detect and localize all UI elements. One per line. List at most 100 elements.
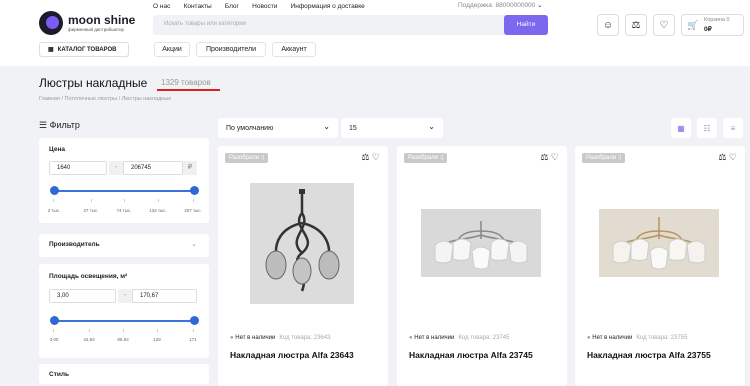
site-header: moon shine фирменный дистрибьютор О нас … [0,0,750,66]
product-card[interactable]: Разобрали :( ⚖ ♡ ● Нет в наличии Код това… [218,146,388,386]
sold-out-badge: Разобрали :( [404,153,448,163]
product-image[interactable] [421,209,541,277]
sort-select[interactable]: По умолчанию ⌄ [218,118,338,138]
area-tick: 129 [153,337,161,342]
brand-tagline: фирменный дистрибьютор [68,27,124,32]
area-slider-max-handle[interactable] [190,316,199,325]
brand-name[interactable]: moon shine [68,13,135,27]
nav-delivery[interactable]: Информация о доставке [291,3,365,10]
price-tick: 2 тыс. [47,208,61,213]
area-tick: 86,83 [117,337,129,342]
product-count: 1329 товаров [161,78,211,87]
cart-label: Корзина 0 [704,17,730,23]
filter-icon: ☰ [39,120,48,130]
area-label: Площадь освещения, м² [49,273,128,280]
product-code: Код товара: 23745 [458,335,510,341]
product-title[interactable]: Накладная люстра Alfa 23755 [587,350,711,360]
compare-icon[interactable]: ⚖ [361,152,369,162]
page-title: Люстры накладные [39,76,148,90]
compare-icon[interactable]: ⚖ [540,152,548,162]
stock-status: ● Нет в наличии Код товара: 23643 [230,335,331,341]
breadcrumb-home[interactable]: Главная [39,96,60,102]
product-card[interactable]: Разобрали :( ⚖ ♡ ● Нет в наличии Код това… [575,146,745,386]
subnav-account[interactable]: Аккаунт [272,42,316,57]
search-input[interactable]: Искать товары или категории [164,21,246,27]
subnav-manufacturers[interactable]: Производители [196,42,266,57]
price-filter: Цена 1640 - 206745 ₽ 2 тыс. 27 тыс. 74 т… [39,138,209,223]
sold-out-badge: Разобрали :( [582,153,626,163]
per-page-select[interactable]: 15 ⌄ [341,118,443,138]
nav-contacts[interactable]: Контакты [184,3,212,10]
price-slider-min-handle[interactable] [50,186,59,195]
breadcrumb-current: Люстры накладные [121,96,172,102]
chevron-down-icon: ⌄ [191,241,197,248]
grid-view-icon[interactable]: ▦ [671,118,691,138]
area-filter: Площадь освещения, м² 3,00 - 170,67 3,00… [39,264,209,358]
product-code: Код товара: 23755 [636,335,688,341]
compare-icon[interactable]: ⚖ [718,152,726,162]
area-tick: 3,00 [49,337,59,342]
chevron-down-icon: ⌄ [323,122,330,131]
nav-news[interactable]: Новости [252,3,277,10]
currency-label: ₽ [183,161,197,175]
card-actions: ⚖ ♡ [718,152,737,163]
area-tick: 44,93 [83,337,95,342]
subnav-promotions[interactable]: Акции [154,42,190,57]
cart-icon: 🛒 [687,19,699,30]
manufacturer-label: Производитель [49,241,100,248]
grid-icon: ▦ [48,47,54,53]
area-tick: 171 [189,337,197,342]
count-underline [157,89,220,91]
range-dash: - [109,161,123,175]
support-phone[interactable]: Поддержка: 88000000000 ⌄ [458,1,543,9]
account-icon[interactable]: ☺ [597,14,619,36]
price-slider-track[interactable] [53,190,194,192]
product-card[interactable]: Разобрали :( ⚖ ♡ ● Нет в наличии Код това… [397,146,567,386]
list-view-icon[interactable]: ☷ [697,118,717,138]
price-min-input[interactable]: 1640 [49,161,107,175]
product-image[interactable] [250,183,354,304]
price-slider-max-handle[interactable] [190,186,199,195]
product-title[interactable]: Накладная люстра Alfa 23643 [230,350,354,360]
top-nav: О нас Контакты Блог Новости Информация о… [153,1,376,10]
area-slider-min-handle[interactable] [50,316,59,325]
style-label: Стиль [49,371,69,378]
area-slider-track[interactable] [53,320,194,322]
style-filter[interactable]: Стиль [39,364,209,384]
favorites-heart-icon[interactable]: ♡ [653,14,675,36]
manufacturer-filter[interactable]: Производитель ⌄ [39,234,209,257]
breadcrumb-ceiling[interactable]: Потолочные люстры [65,96,118,102]
filter-heading[interactable]: ☰ Фильтр [39,120,80,131]
cart-button[interactable]: 🛒 Корзина 0 0₽ [681,14,744,36]
search-button[interactable]: Найти [504,15,548,35]
price-max-input[interactable]: 206745 [123,161,183,175]
heart-icon[interactable]: ♡ [372,152,380,162]
chevron-down-icon: ⌄ [428,122,435,131]
compare-icon[interactable]: ⚖ [625,14,647,36]
price-tick: 27 тыс. [83,208,99,213]
price-tick: 207 тыс. [184,208,202,213]
stock-status: ● Нет в наличии Код товара: 23755 [587,335,688,341]
heart-icon[interactable]: ♡ [551,152,559,162]
heart-icon[interactable]: ♡ [729,152,737,162]
range-dash: - [118,289,132,303]
logo-icon[interactable] [39,11,63,35]
price-label: Цена [49,146,65,153]
compact-view-icon[interactable]: ≡ [723,118,743,138]
product-code: Код товара: 23643 [279,335,331,341]
sold-out-badge: Разобрали :( [225,153,269,163]
card-actions: ⚖ ♡ [361,152,380,163]
nav-about[interactable]: О нас [153,3,170,10]
product-image[interactable] [599,209,719,277]
catalog-button[interactable]: ▦ КАТАЛОГ ТОВАРОВ [39,42,129,57]
breadcrumb: Главная / Потолочные люстры / Люстры нак… [39,96,172,102]
search-box: Искать товары или категории Найти [153,15,548,35]
price-tick: 134 тыс. [149,208,167,213]
nav-blog[interactable]: Блог [225,3,239,10]
area-max-input[interactable]: 170,67 [132,289,197,303]
cart-total: 0₽ [704,26,712,33]
stock-status: ● Нет в наличии Код товара: 23745 [409,335,510,341]
product-title[interactable]: Накладная люстра Alfa 23745 [409,350,533,360]
area-min-input[interactable]: 3,00 [49,289,116,303]
price-tick: 74 тыс. [116,208,132,213]
